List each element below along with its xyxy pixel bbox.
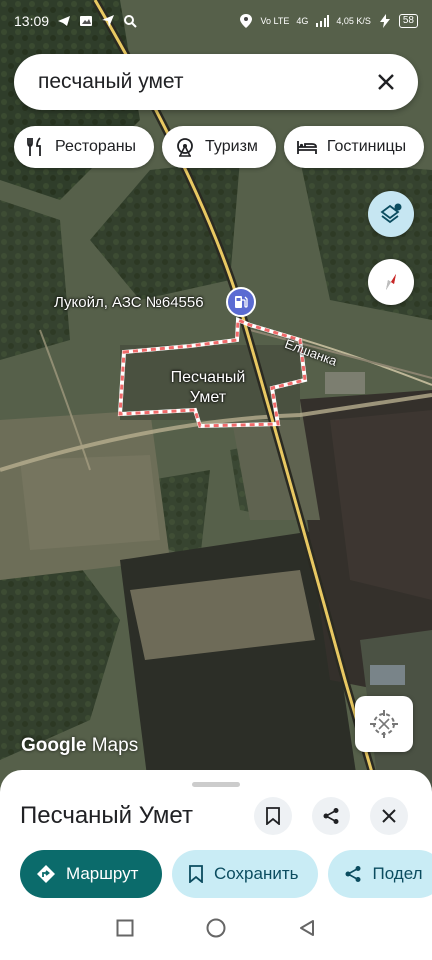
navigation-arrow-icon <box>101 14 115 28</box>
directions-label: Маршрут <box>66 864 139 883</box>
location-status-icon <box>239 14 253 28</box>
home-button[interactable] <box>206 918 226 943</box>
system-nav-bar <box>0 900 432 960</box>
share-icon <box>345 866 361 882</box>
square-icon <box>116 919 134 936</box>
close-icon <box>382 809 396 823</box>
place-label-line1: Песчаный <box>170 369 246 386</box>
category-chips: Рестораны Туризм Гостиницы <box>14 126 425 168</box>
telegram-icon <box>57 14 71 28</box>
ferris-wheel-icon <box>177 138 193 157</box>
status-time: 13:09 <box>14 13 50 29</box>
share-icon <box>323 808 339 824</box>
chip-restaurants[interactable]: Рестораны <box>14 126 155 168</box>
directions-button[interactable]: Маршрут <box>20 850 162 898</box>
close-sheet-button[interactable] <box>370 797 408 835</box>
place-title: Песчаный Умет <box>20 802 193 829</box>
gas-pump-icon <box>235 296 248 308</box>
directions-icon <box>37 865 55 883</box>
fork-knife-icon <box>27 137 41 156</box>
chip-label: Туризм <box>205 138 258 155</box>
chip-label: Гостиницы <box>326 138 407 155</box>
wordmark-google: Google <box>21 735 87 756</box>
share-icon-button[interactable] <box>312 797 350 835</box>
location-crosshair-icon <box>370 710 398 738</box>
triangle-back-icon <box>300 919 314 936</box>
charging-icon <box>378 14 392 28</box>
save-button[interactable]: Сохранить <box>172 850 319 898</box>
recents-button[interactable] <box>116 919 134 942</box>
chip-tourism[interactable]: Туризм <box>162 126 276 168</box>
compass-button[interactable] <box>368 259 414 305</box>
share-label: Подел <box>372 864 423 883</box>
place-label-line2: Умет <box>189 389 227 406</box>
search-query[interactable]: песчаный умет <box>38 70 370 94</box>
chip-label: Рестораны <box>55 138 137 155</box>
volte-label: Vo LTE <box>260 16 290 26</box>
search-bar[interactable]: песчаный умет <box>14 54 418 110</box>
bookmark-icon <box>266 807 280 825</box>
google-maps-wordmark: Google Maps <box>21 735 138 757</box>
share-button[interactable]: Подел <box>328 850 432 898</box>
my-location-button[interactable] <box>355 696 413 752</box>
status-bar: 13:09 Vo LTE 4G 4,05 K/S 58 <box>0 0 432 42</box>
clear-search-button[interactable] <box>370 66 402 98</box>
close-icon <box>378 74 394 90</box>
back-button[interactable] <box>298 919 316 942</box>
gallery-icon <box>79 14 93 28</box>
wordmark-maps: Maps <box>91 735 139 756</box>
circle-icon <box>206 918 226 937</box>
poi-label[interactable]: Лукойл, АЗС №64556 <box>54 294 204 311</box>
layers-button[interactable] <box>368 191 414 237</box>
battery-level: 58 <box>398 14 418 28</box>
gas-station-pin[interactable] <box>226 287 256 317</box>
action-buttons: Маршрут Сохранить Подел <box>20 850 432 898</box>
search-status-icon <box>123 14 137 28</box>
place-bottom-sheet[interactable]: Песчаный Умет Маршрут Сохранить Подел <box>0 770 432 900</box>
save-label: Сохранить <box>214 864 299 883</box>
bed-icon <box>297 141 317 154</box>
sheet-drag-handle[interactable] <box>192 782 240 787</box>
network-type-label: 4G <box>296 16 309 26</box>
place-label: Песчаный Умет <box>160 368 256 408</box>
layers-icon <box>380 203 402 224</box>
compass-icon <box>386 274 396 290</box>
chip-hotels[interactable]: Гостиницы <box>283 126 425 168</box>
save-icon-button[interactable] <box>254 797 292 835</box>
bookmark-icon <box>189 865 203 883</box>
network-speed: 4,05 K/S <box>336 16 371 26</box>
signal-icon <box>315 14 330 28</box>
